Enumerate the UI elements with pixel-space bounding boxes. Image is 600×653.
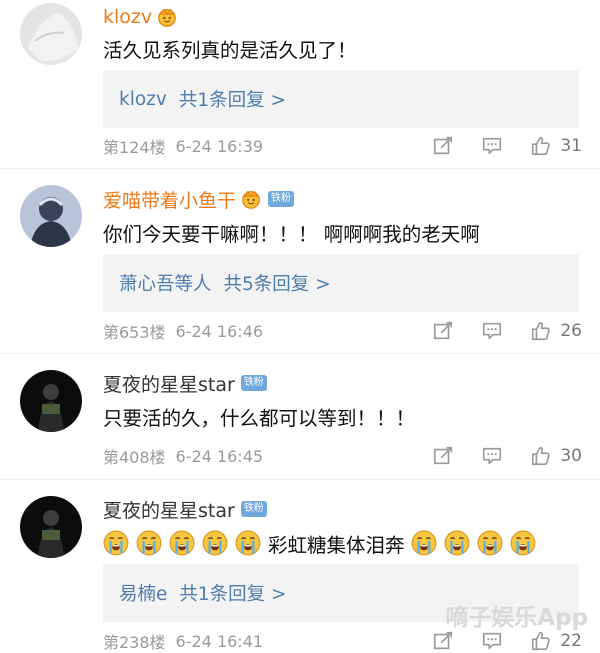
comment-text: 只要活的久，什么都可以等到！！！ (103, 406, 416, 430)
timestamp: 6-24 16:39 (175, 136, 264, 156)
comment-text: 活久见系列真的是活久见了！ (103, 38, 357, 62)
divider (0, 168, 600, 169)
thumbs-up-icon (530, 135, 552, 157)
comment-icon[interactable] (481, 320, 503, 342)
username[interactable]: 爱喵带着小鱼干 (103, 186, 236, 213)
action-bar: 22 (405, 630, 582, 652)
comment-meta: 第653楼 6-24 16:46 26 (103, 319, 582, 343)
comment-icon[interactable] (481, 445, 503, 467)
comment-meta: 第408楼 6-24 16:45 30 (103, 444, 582, 468)
reply-summary[interactable]: klozv 共1条回复 > (103, 70, 579, 128)
action-bar: 31 (405, 135, 582, 157)
username-row: 爱喵带着小鱼干 铁粉 (103, 184, 295, 214)
floor-number: 第653楼 (103, 323, 166, 342)
crying-emoji-icon (477, 530, 503, 556)
action-bar: 26 (405, 320, 582, 342)
crying-emoji-icon (103, 530, 129, 556)
like-button[interactable]: 26 (530, 320, 582, 342)
timestamp: 6-24 16:41 (175, 631, 264, 651)
comment-icon[interactable] (481, 630, 503, 652)
like-button[interactable]: 30 (530, 445, 582, 467)
crying-emoji-icon (510, 530, 536, 556)
crying-emoji-icon (169, 530, 195, 556)
like-count: 30 (560, 446, 582, 466)
thumbs-up-icon (530, 445, 552, 467)
fan-badge: 铁粉 (268, 191, 295, 207)
like-count: 22 (560, 631, 582, 651)
fan-badge: 铁粉 (240, 375, 267, 391)
comment-meta: 第238楼 6-24 16:41 22 (103, 629, 582, 653)
crown-icon (240, 188, 262, 210)
reply-user: 易楠e (119, 584, 168, 605)
crying-emoji-icon (136, 530, 162, 556)
avatar[interactable] (20, 370, 82, 432)
crying-emoji-icon (235, 530, 261, 556)
edit-icon[interactable] (432, 445, 454, 467)
crying-emoji-icon (202, 530, 228, 556)
edit-icon[interactable] (432, 135, 454, 157)
comment-text-content: 彩虹糖集体泪奔 (268, 533, 405, 557)
reply-summary[interactable]: 萧心吾等人 共5条回复 > (103, 254, 579, 312)
comment-icon[interactable] (481, 135, 503, 157)
reply-user: klozv (119, 88, 167, 110)
edit-icon[interactable] (432, 630, 454, 652)
floor-number: 第238楼 (103, 633, 166, 652)
avatar[interactable] (20, 185, 82, 247)
fan-badge: 铁粉 (240, 501, 267, 517)
avatar[interactable] (20, 3, 82, 65)
reply-count: 共1条回复 > (179, 584, 287, 605)
username[interactable]: 夏夜的星星star (103, 370, 235, 397)
reply-count: 共1条回复 > (178, 90, 286, 111)
floor-number: 第408楼 (103, 448, 166, 467)
timestamp: 6-24 16:45 (175, 446, 264, 466)
timestamp: 6-24 16:46 (175, 321, 264, 341)
divider (0, 479, 600, 480)
crying-emoji-icon (444, 530, 470, 556)
thumbs-up-icon (530, 320, 552, 342)
crying-emoji-icon (411, 530, 437, 556)
divider (0, 353, 600, 354)
crown-icon (156, 6, 178, 28)
avatar[interactable] (20, 496, 82, 558)
comment-meta: 第124楼 6-24 16:39 31 (103, 134, 582, 158)
comment-text: 你们今天要干嘛啊！！！ 啊啊啊我的老天啊 (103, 222, 480, 246)
like-count: 26 (560, 321, 582, 341)
username[interactable]: 夏夜的星星star (103, 496, 235, 523)
thumbs-up-icon (530, 630, 552, 652)
action-bar: 30 (405, 445, 582, 467)
reply-user: 萧心吾等人 (119, 274, 212, 295)
reply-count: 共5条回复 > (223, 274, 331, 295)
comment-text: 彩虹糖集体泪奔 (103, 528, 580, 558)
like-button[interactable]: 22 (530, 630, 582, 652)
watermark: 嘀子娱乐App (445, 605, 588, 631)
like-button[interactable]: 31 (530, 135, 582, 157)
edit-icon[interactable] (432, 320, 454, 342)
username-row: 夏夜的星星star 铁粉 (103, 494, 267, 524)
username[interactable]: klozv (103, 6, 152, 28)
floor-number: 第124楼 (103, 138, 166, 157)
username-row: 夏夜的星星star 铁粉 (103, 368, 267, 398)
username-row: klozv (103, 2, 178, 32)
like-count: 31 (560, 136, 582, 156)
